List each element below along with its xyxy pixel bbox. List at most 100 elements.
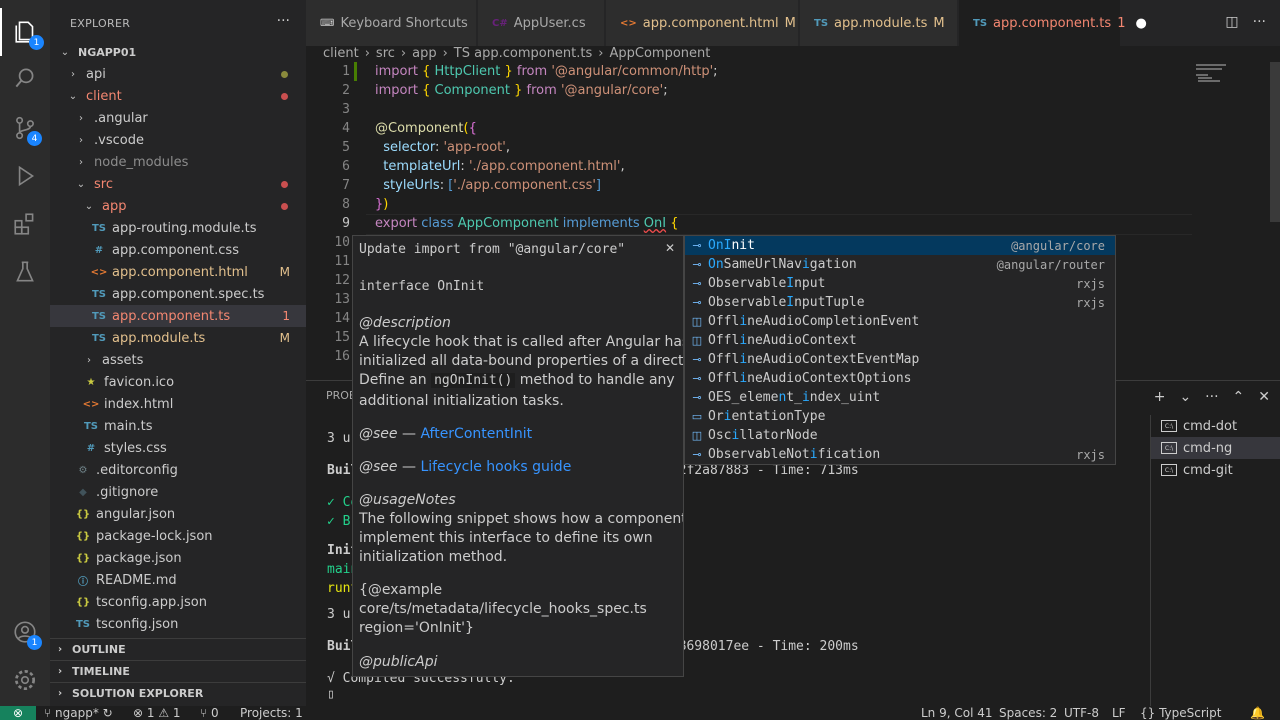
file-item[interactable]: {} tsconfig.app.json (50, 591, 306, 613)
problems-status[interactable]: ⊗ 1 ⚠ 1 (133, 706, 181, 720)
suggestion-item[interactable]: ◫ OfflineAudioContext (685, 331, 1115, 350)
end-of-line[interactable]: LF (1112, 706, 1126, 720)
editor-tab[interactable]: <> app.component.html M (606, 0, 799, 46)
terminal-icon: C:\ (1161, 420, 1177, 432)
extensions-icon[interactable] (0, 200, 50, 248)
folder-item[interactable]: › .vscode (50, 129, 306, 151)
indentation[interactable]: Spaces: 2 (999, 706, 1057, 720)
file-item[interactable]: TS app.module.ts M (50, 327, 306, 349)
file-item[interactable]: TS app.component.ts 1 (50, 305, 306, 327)
breadcrumb-item[interactable]: client (323, 46, 359, 61)
chevron-right-icon: › (58, 666, 63, 677)
outline-section[interactable]: › OUTLINE (50, 638, 306, 660)
search-icon[interactable] (0, 54, 50, 102)
encoding[interactable]: UTF-8 (1064, 706, 1099, 720)
suggestion-item[interactable]: ⊸ OfflineAudioContextOptions (685, 369, 1115, 388)
file-item[interactable]: TS tsconfig.json (50, 613, 306, 635)
breadcrumb-item[interactable]: src (376, 46, 395, 61)
breadcrumb-item[interactable]: TS app.component.ts (454, 46, 592, 61)
editor-tab[interactable]: C# AppUser.cs (478, 0, 605, 46)
status-dot (281, 202, 288, 210)
tab-label: app.component.html (642, 15, 779, 31)
file-item[interactable]: # styles.css (50, 437, 306, 459)
unsaved-dot-icon[interactable]: ● (1135, 16, 1146, 31)
folder-item[interactable]: › api (50, 63, 306, 85)
folder-item[interactable]: ⌄ client (50, 85, 306, 107)
minimap[interactable] (1194, 62, 1244, 92)
suggestion-item[interactable]: ◫ OfflineAudioCompletionEvent (685, 312, 1115, 331)
suggestion-item[interactable]: ⊸ OnSameUrlNavigation @angular/router (685, 255, 1115, 274)
suggestion-item[interactable]: ⊸ OfflineAudioContextEventMap (685, 350, 1115, 369)
file-item[interactable]: ★ favicon.ico (50, 371, 306, 393)
file-item[interactable]: TS main.ts (50, 415, 306, 437)
doc-description-line: initialized all data-bound properties of… (359, 353, 684, 369)
terminal-instance[interactable]: C:\ cmd-ng (1151, 437, 1280, 459)
editor-tab[interactable]: TS app.module.ts M (800, 0, 958, 46)
suggestion-item[interactable]: ⊸ OnInit @angular/core (685, 236, 1115, 255)
close-icon[interactable]: ✕ (665, 241, 675, 255)
file-item[interactable]: ⓘ README.md (50, 569, 306, 591)
git-branch[interactable]: ⑂ ngapp* ↻ (44, 706, 113, 720)
close-panel-icon[interactable]: ✕ (1258, 389, 1270, 405)
file-item[interactable]: TS app-routing.module.ts (50, 217, 306, 239)
projects-status[interactable]: Projects: 1 (240, 706, 303, 720)
run-debug-icon[interactable] (0, 152, 50, 200)
breadcrumb-item[interactable]: app (412, 46, 436, 61)
file-item[interactable]: <> app.component.html M (50, 261, 306, 283)
file-item[interactable]: <> index.html (50, 393, 306, 415)
file-item[interactable]: TS app.component.spec.ts (50, 283, 306, 305)
suggestion-item[interactable]: ◫ OscillatorNode (685, 426, 1115, 445)
file-item[interactable]: {} angular.json (50, 503, 306, 525)
suggestion-item[interactable]: ⊸ ObservableInput rxjs (685, 274, 1115, 293)
folder-item[interactable]: ⌄ NGAPP01 (50, 41, 306, 63)
terminal-instance[interactable]: C:\ cmd-dot (1151, 415, 1280, 437)
folder-item[interactable]: ⌄ app (50, 195, 306, 217)
git-status-badge: M (279, 265, 290, 279)
suggestion-item[interactable]: ⊸ OES_element_index_uint (685, 388, 1115, 407)
more-actions-icon[interactable]: ··· (277, 13, 290, 29)
link-lifecycle-hooks-guide[interactable]: Lifecycle hooks guide (420, 459, 571, 475)
editor-tab[interactable]: TS app.component.ts 1 ● (959, 0, 1147, 46)
suggestion-detail: rxjs (1076, 447, 1105, 462)
cursor-position[interactable]: Ln 9, Col 41 (921, 706, 993, 720)
remote-indicator-icon[interactable]: ⊗ (0, 706, 36, 720)
terminal-dropdown-icon[interactable]: ⌄ (1179, 389, 1191, 405)
language-mode[interactable]: {} TypeScript (1140, 706, 1221, 720)
ports-status[interactable]: ⑂ 0 (200, 706, 219, 720)
settings-gear-icon[interactable] (0, 656, 50, 704)
terminal-label: cmd-git (1183, 462, 1233, 478)
new-terminal-icon[interactable]: + (1154, 389, 1166, 405)
folder-item[interactable]: › .angular (50, 107, 306, 129)
file-item[interactable]: {} package.json (50, 547, 306, 569)
more-actions-icon[interactable]: ··· (1253, 14, 1266, 30)
timeline-section[interactable]: › TIMELINE (50, 660, 306, 682)
split-editor-icon[interactable]: ◫ (1225, 14, 1238, 30)
file-item[interactable]: # app.component.css (50, 239, 306, 261)
more-actions-icon[interactable]: ··· (1205, 389, 1218, 405)
maximize-panel-icon[interactable]: ⌃ (1233, 389, 1245, 405)
folder-item[interactable]: ⌄ src (50, 173, 306, 195)
source-control-icon[interactable]: 4 (0, 104, 50, 152)
suggestion-item[interactable]: ▭ OrientationType (685, 407, 1115, 426)
breadcrumb-item[interactable]: AppComponent (609, 46, 710, 61)
suggestion-item[interactable]: ⊸ ObservableNotification rxjs (685, 445, 1115, 464)
folder-item[interactable]: › assets (50, 349, 306, 371)
tree-item-label: api (86, 66, 106, 82)
status-dot (281, 92, 288, 100)
solution-explorer-section[interactable]: › SOLUTION EXPLORER (50, 682, 306, 704)
file-item[interactable]: {} package-lock.json (50, 525, 306, 547)
editor-tab[interactable]: ⌨ Keyboard Shortcuts (306, 0, 477, 46)
editor-scrollbar[interactable] (1266, 62, 1280, 380)
explorer-icon[interactable]: 1 (0, 8, 50, 56)
folder-item[interactable]: › node_modules (50, 151, 306, 173)
testing-icon[interactable] (0, 248, 50, 296)
file-item[interactable]: ◆ .gitignore (50, 481, 306, 503)
link-aftercontentinit[interactable]: AfterContentInit (420, 426, 532, 442)
git-status-badge: 1 (1117, 15, 1126, 31)
file-item[interactable]: ⚙ .editorconfig (50, 459, 306, 481)
suggestion-item[interactable]: ⊸ ObservableInputTuple rxjs (685, 293, 1115, 312)
terminal-instance[interactable]: C:\ cmd-git (1151, 459, 1280, 481)
quick-fix-header[interactable]: Update import from "@angular/core" (359, 242, 625, 257)
notifications-bell-icon[interactable]: 🔔 (1250, 706, 1265, 720)
accounts-icon[interactable]: 1 (0, 608, 50, 656)
